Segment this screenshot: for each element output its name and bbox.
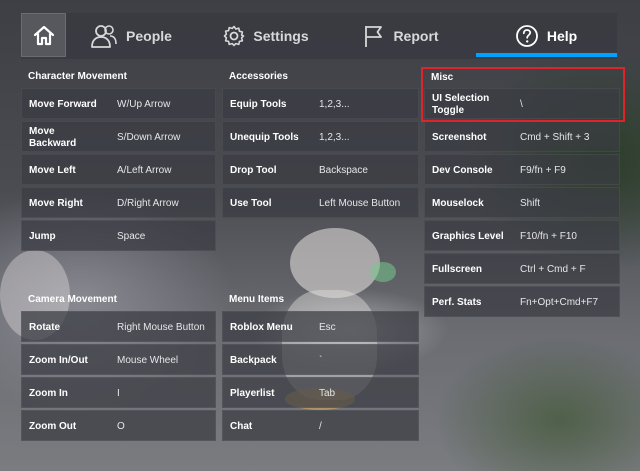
keybind-action: Dev Console (432, 164, 493, 176)
keybind-action: Equip Tools (230, 98, 287, 110)
keybind-action: Move Left (29, 164, 76, 176)
flag-icon (365, 26, 383, 47)
keybind-key: Cmd + Shift + 3 (520, 132, 590, 143)
keybind-action: Chat (230, 420, 253, 432)
scene-character-head (290, 228, 380, 298)
keybind-row: Screenshot Cmd + Shift + 3 (424, 121, 620, 152)
keybind-key: 1,2,3... (319, 99, 350, 110)
keybind-key: Backspace (319, 165, 368, 176)
menu-top-bar: People Settings Report Help (21, 13, 617, 59)
tab-report[interactable]: Report (351, 13, 451, 59)
active-tab-indicator (476, 53, 617, 57)
keybind-action: Drop Tool (230, 164, 277, 176)
keybind-row: Rotate Right Mouse Button (21, 311, 216, 342)
keybind-key: / (319, 421, 322, 432)
keybind-action: Mouselock (432, 197, 484, 209)
keybind-action: Rotate (29, 321, 61, 333)
keybind-row: Move Right D/Right Arrow (21, 187, 216, 218)
keybind-key: Right Mouse Button (117, 322, 205, 333)
keybind-action: Zoom In/Out (29, 354, 88, 366)
keybind-row: Unequip Tools 1,2,3... (222, 121, 419, 152)
keybind-key: D/Right Arrow (117, 198, 179, 209)
keybind-row: Roblox Menu Esc (222, 311, 419, 342)
tab-settings-label: Settings (253, 28, 309, 44)
section-title-camera-movement: Camera Movement (28, 294, 117, 305)
tab-settings[interactable]: Settings (211, 13, 321, 59)
game-screen: People Settings Report Help Character Mo… (0, 0, 640, 471)
keybind-action: Graphics Level (432, 230, 504, 242)
keybind-key: O (117, 421, 125, 432)
keybind-action: Use Tool (230, 197, 272, 209)
keybind-row: Zoom Out O (21, 410, 216, 441)
keybind-row: Playerlist Tab (222, 377, 419, 408)
keybind-row: Backpack ` (222, 344, 419, 375)
keybind-action: Screenshot (432, 131, 487, 143)
keybind-action: Roblox Menu (230, 321, 293, 333)
keybind-key: Esc (319, 322, 336, 333)
tab-report-label: Report (393, 28, 439, 44)
keybind-key: \ (520, 99, 523, 110)
keybind-action: Unequip Tools (230, 131, 299, 143)
keybind-action: UI Selection Toggle (432, 92, 490, 116)
keybind-key: Shift (520, 198, 541, 209)
keybind-row: Use Tool Left Mouse Button (222, 187, 419, 218)
keybind-key: Space (117, 231, 146, 242)
keybind-row: Drop Tool Backspace (222, 154, 419, 185)
keybind-row: Move Left A/Left Arrow (21, 154, 216, 185)
keybind-row: Perf. Stats Fn+Opt+Cmd+F7 (424, 286, 620, 317)
keybind-action: Zoom Out (29, 420, 77, 432)
keybind-row: Chat / (222, 410, 419, 441)
home-button[interactable] (21, 13, 66, 57)
tab-people-label: People (126, 28, 172, 44)
keybind-key: F10/fn + F10 (520, 231, 577, 242)
section-title-accessories: Accessories (229, 71, 288, 82)
keybind-key: S/Down Arrow (117, 132, 181, 143)
keybind-action: Playerlist (230, 387, 275, 399)
gear-icon (224, 25, 245, 47)
keybind-row: Dev Console F9/fn + F9 (424, 154, 620, 185)
scene-green-object (370, 262, 396, 282)
keybind-key: ` (319, 355, 323, 366)
section-title-misc: Misc (431, 72, 454, 83)
keybind-action: Backpack (230, 354, 277, 366)
keybind-key: W/Up Arrow (117, 99, 171, 110)
keybind-action: Jump (29, 230, 56, 242)
keybind-action: Move Forward (29, 98, 97, 110)
keybind-key: I (117, 388, 120, 399)
keybind-action: Move Backward (29, 125, 77, 149)
keybind-row: Fullscreen Ctrl + Cmd + F (424, 253, 620, 284)
keybind-row: Mouselock Shift (424, 187, 620, 218)
keybind-key: Mouse Wheel (117, 355, 179, 366)
keybind-key: A/Left Arrow (117, 165, 172, 176)
keybind-action: Zoom In (29, 387, 68, 399)
tab-help-label: Help (546, 28, 578, 44)
keybind-action: Perf. Stats (432, 296, 482, 308)
keybind-row: Graphics Level F10/fn + F10 (424, 220, 620, 251)
keybind-action: Move Right (29, 197, 83, 209)
keybind-row: Move Forward W/Up Arrow (21, 88, 216, 119)
keybind-row: UI Selection Toggle \ (424, 88, 620, 119)
keybind-row: Move Backward S/Down Arrow (21, 121, 216, 152)
keybind-row: Zoom In I (21, 377, 216, 408)
keybind-row: Equip Tools 1,2,3... (222, 88, 419, 119)
keybind-key: Left Mouse Button (319, 198, 401, 209)
home-icon (33, 25, 54, 46)
keybind-key: 1,2,3... (319, 132, 350, 143)
keybind-key: Fn+Opt+Cmd+F7 (520, 297, 599, 308)
tab-people[interactable]: People (76, 13, 186, 59)
keybind-row: Jump Space (21, 220, 216, 251)
question-icon (515, 25, 538, 47)
keybind-action: Fullscreen (432, 263, 483, 275)
section-title-character-movement: Character Movement (28, 71, 127, 82)
keybind-key: F9/fn + F9 (520, 165, 566, 176)
section-title-menu-items: Menu Items (229, 294, 285, 305)
keybind-row: Zoom In/Out Mouse Wheel (21, 344, 216, 375)
keybind-key: Ctrl + Cmd + F (520, 264, 586, 275)
people-icon (91, 25, 117, 48)
keybind-key: Tab (319, 388, 336, 399)
